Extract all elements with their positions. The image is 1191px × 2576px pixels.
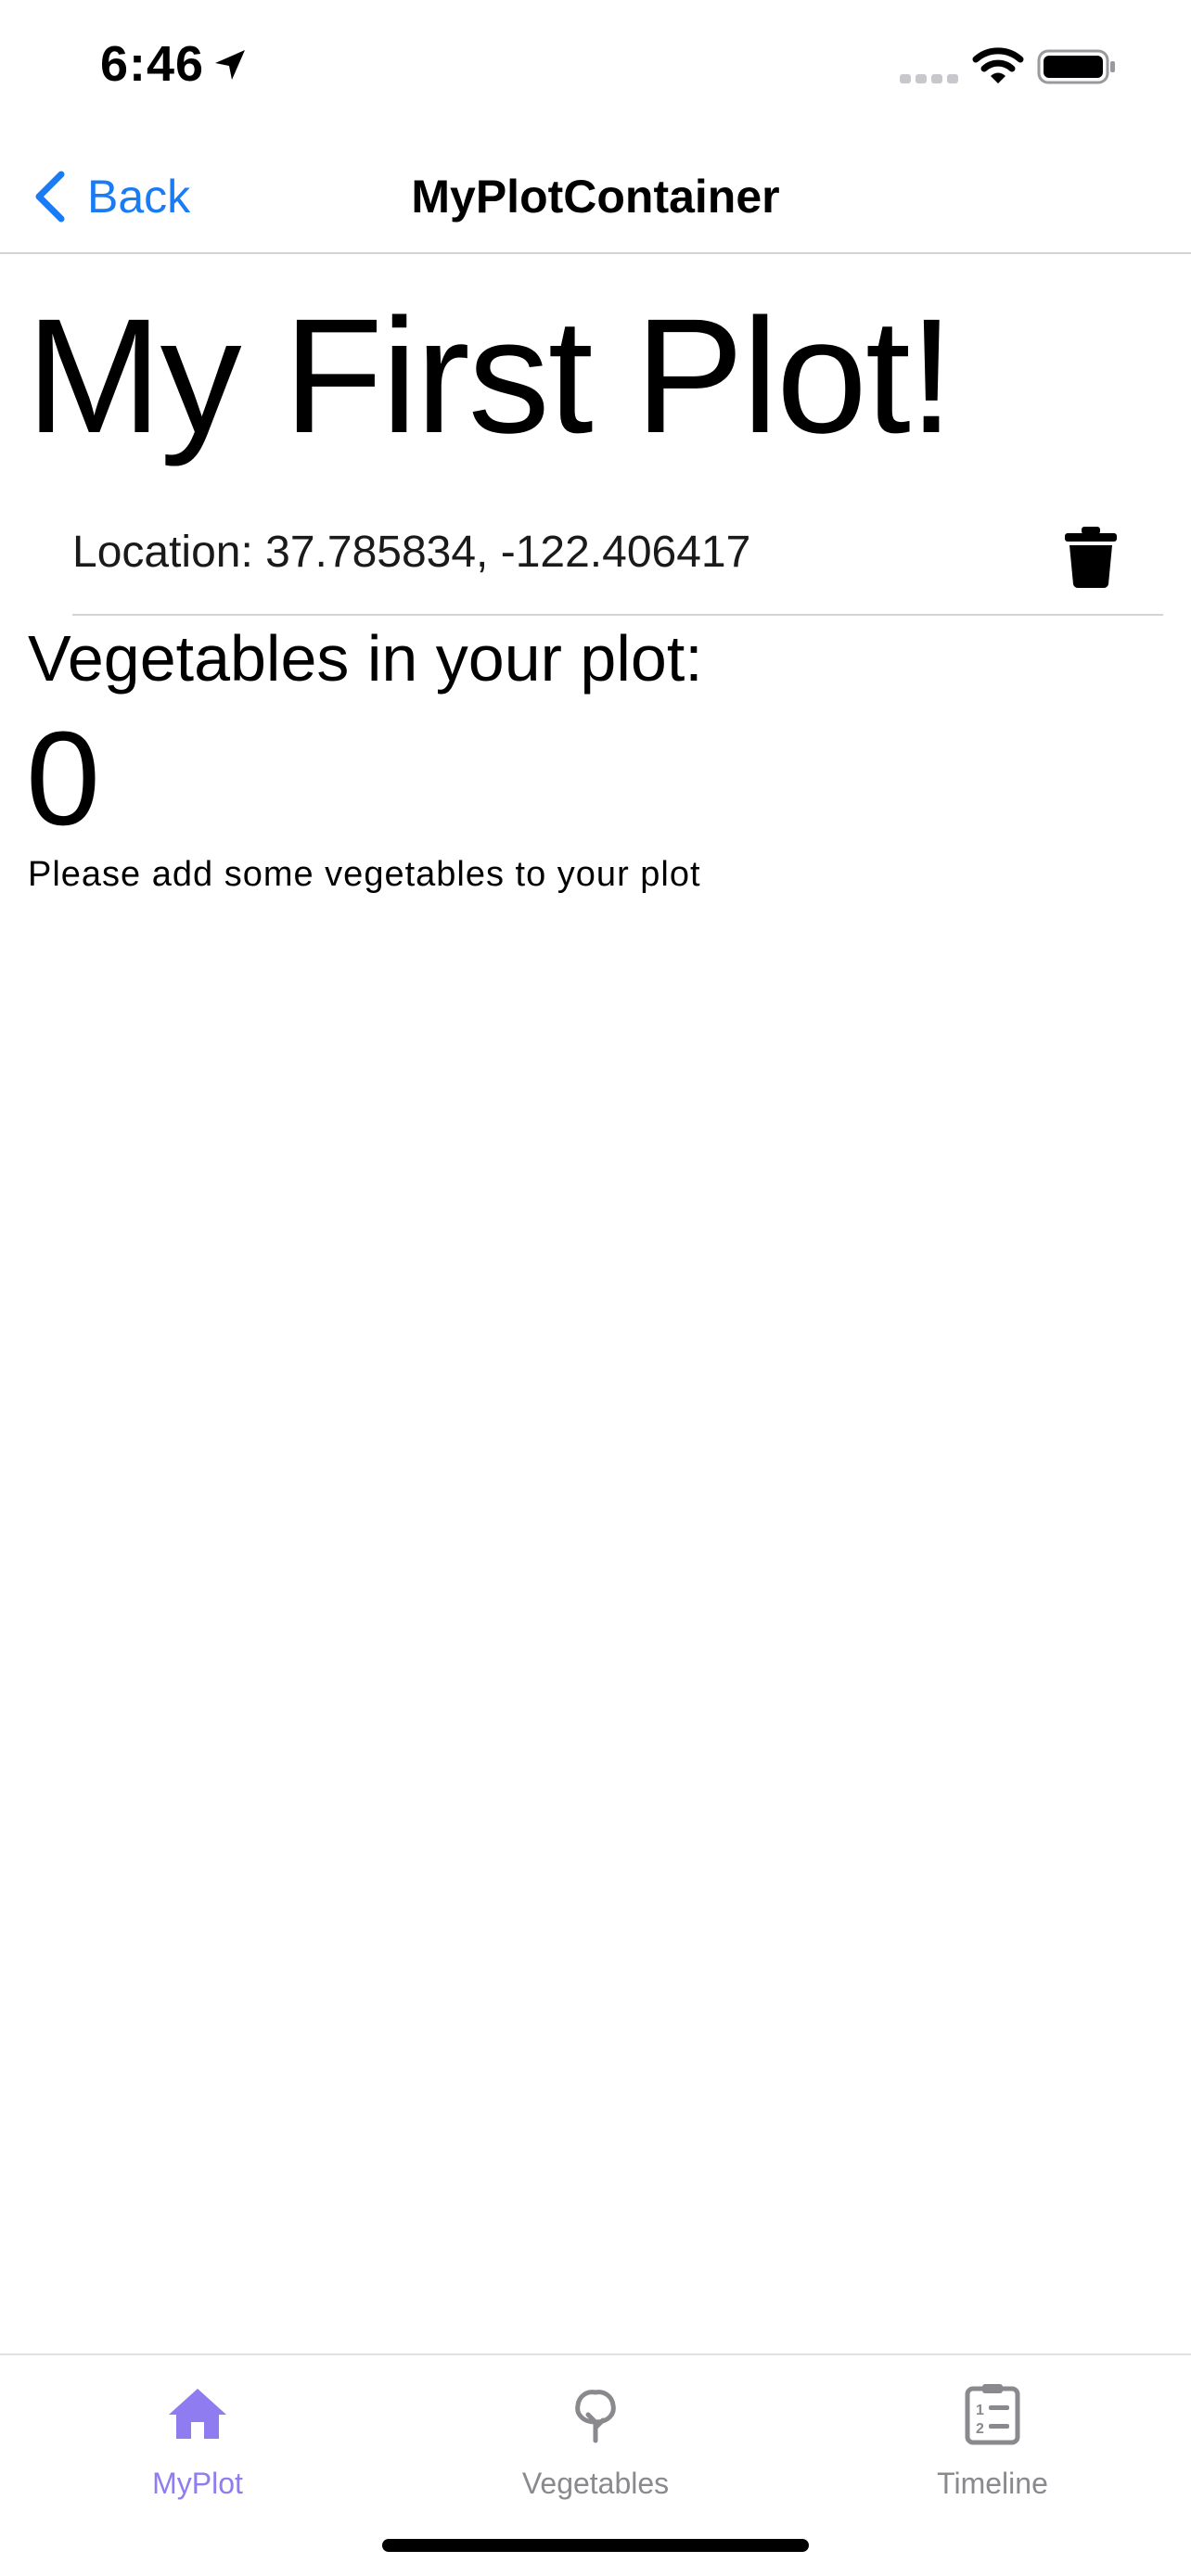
wifi-icon [972,47,1024,83]
tab-label-timeline: Timeline [937,2467,1048,2500]
location-text: Location: 37.785834, -122.406417 [72,528,751,577]
tab-vegetables[interactable]: Vegetables [456,2372,735,2511]
vegetables-label: Vegetables in your plot: [28,622,703,695]
house-icon [169,2389,226,2439]
empty-hint: Please add some vegetables to your plot [28,855,701,894]
navigation-bar: Back MyPlotContainer [0,139,1191,254]
location-row: Location: 37.785834, -122.406417 [72,508,1163,616]
tree-icon [575,2390,616,2443]
tab-label-vegetables: Vegetables [521,2467,670,2500]
tab-label-myplot: MyPlot [152,2467,243,2500]
page-title: My First Plot! [26,286,954,467]
back-label: Back [87,171,191,223]
chevron-left-icon [35,171,65,223]
clipboard-list-icon: 1 2 [965,2384,1020,2445]
status-bar: 6:46 [0,0,1191,139]
trash-icon[interactable] [1061,525,1121,590]
status-time: 6:46 [100,36,205,92]
tab-myplot[interactable]: MyPlot [58,2372,337,2511]
vegetable-count: 0 [26,704,101,853]
back-button[interactable]: Back [32,161,190,232]
home-indicator [382,2539,809,2552]
app-screen: 6:46 Back MyPlotContainer My First Plot!… [0,0,1191,2576]
cellular-dots-icon [900,74,958,83]
svg-text:2: 2 [976,2421,984,2437]
battery-icon [1037,49,1115,84]
tab-timeline[interactable]: 1 2 Timeline [853,2372,1132,2511]
svg-text:1: 1 [976,2403,984,2418]
location-arrow-icon [215,50,245,80]
